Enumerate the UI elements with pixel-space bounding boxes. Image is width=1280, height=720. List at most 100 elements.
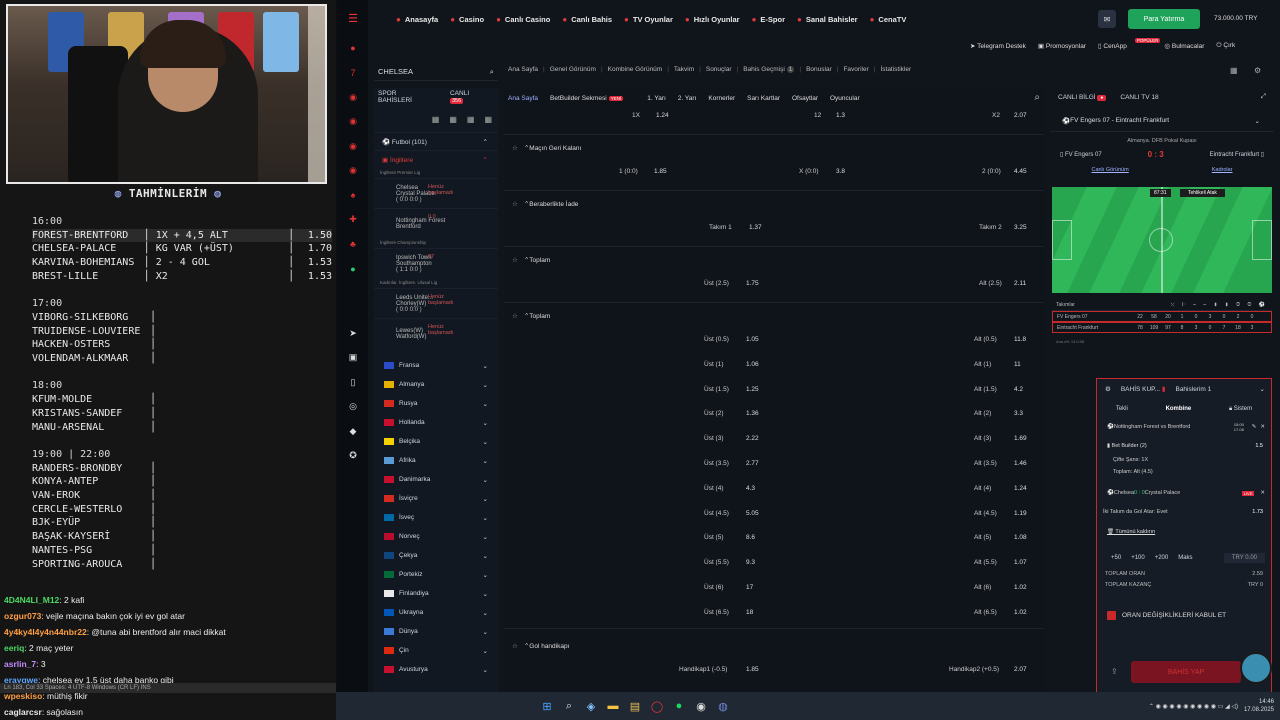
phone-icon[interactable]: ▯ (338, 370, 368, 395)
outcome-odd[interactable]: 17 (746, 584, 753, 591)
stake-input[interactable]: TRY 0.00 (1223, 553, 1265, 563)
outcome-odd[interactable]: 4.3 (746, 485, 755, 492)
outcome-odd[interactable]: 2.07 (1014, 666, 1027, 673)
country-item[interactable]: Fransa ⌄ (374, 356, 498, 375)
promotions-link[interactable]: ▣ Promosyonlar (1038, 42, 1086, 50)
expand-icon[interactable]: ⤢ (1261, 93, 1266, 101)
outcome-label[interactable]: Alt (6) (974, 584, 991, 591)
outcome-label[interactable]: Takım 2 (979, 224, 1002, 231)
outcome-label[interactable]: Üst (3.5) (704, 460, 729, 467)
quick-stake-button[interactable]: Maks (1178, 555, 1192, 561)
outcome-label[interactable]: Üst (0.5) (704, 336, 729, 343)
outcome-odd[interactable]: 1.69 (1014, 435, 1027, 442)
outcome-odd[interactable]: 2.11 (1014, 280, 1026, 287)
market-tab[interactable]: BetBuilder Sekmesi YENİ (550, 95, 635, 102)
lineups-link[interactable]: Kadrolar (1212, 167, 1233, 173)
outcome-label[interactable]: 1X (632, 112, 640, 119)
chip-icon[interactable]: ◉ (338, 110, 368, 135)
outcome-odd[interactable]: 1.46 (1014, 460, 1027, 467)
windows-start-icon[interactable]: ⊞ (536, 695, 558, 717)
notes-icon[interactable]: ▤ (624, 695, 646, 717)
logout-link[interactable]: ⏻ Çırk (1216, 42, 1235, 50)
breadcrumb-item[interactable]: İstatistikler (880, 66, 911, 73)
market-section-header[interactable]: ☆ ⌃ Toplam (512, 312, 550, 321)
outcome-odd[interactable]: 1.07 (1014, 559, 1027, 566)
match-item[interactable]: Leeds Unite... Chorley(W)( 0:0 0:0 ) Henüz… (374, 288, 498, 318)
outcome-odd[interactable]: 3.8 (836, 168, 845, 175)
star-icon[interactable]: ☆ (512, 200, 518, 208)
tray-icons[interactable]: ⌃ ◉ ◉ ◉ ◉ ◉ ◉ ◉ ◉ ◉ ▭ ◢ ◁) (1149, 703, 1238, 710)
outcome-odd[interactable]: 4.2 (1014, 386, 1023, 393)
headset-icon[interactable]: ◎ (338, 395, 368, 420)
market-section-header[interactable]: ☆ ⌃ Gol handikapı (512, 642, 569, 651)
market-tab[interactable]: Kornerler (708, 95, 735, 102)
country-item[interactable]: Çekya ⌄ (374, 546, 498, 565)
type-single[interactable]: Tekli (1116, 406, 1128, 412)
outcome-odd[interactable]: 1.25 (746, 386, 759, 393)
search-icon[interactable]: ⌕ (558, 695, 580, 717)
checkbox[interactable] (1107, 610, 1116, 620)
outcome-label[interactable]: 2 (0:0) (982, 168, 1001, 175)
star-icon[interactable]: ☆ (512, 144, 518, 152)
market-tab[interactable]: 2. Yarı (678, 95, 697, 102)
outcome-label[interactable]: Üst (2.5) (704, 280, 729, 287)
globe-icon[interactable]: ▦ (432, 115, 440, 124)
match-item[interactable]: Ipswich Town Southampton( 1:1 0:0 ) 87 (374, 248, 498, 278)
mail-icon[interactable]: ✉ (1098, 10, 1116, 28)
home-icon[interactable]: ● (338, 36, 368, 61)
outcome-label[interactable]: 12 (814, 112, 821, 119)
tab-sports[interactable]: SPOR BAHİSLERİ (378, 90, 432, 104)
market-tab[interactable]: Sarı Kartlar (747, 95, 780, 102)
outcome-odd[interactable]: 5.05 (746, 510, 759, 517)
country-item[interactable]: Çin ⌄ (374, 641, 498, 660)
place-bet-button[interactable]: BAHİS YAP (1131, 661, 1241, 683)
country-item[interactable]: Rusya ⌄ (374, 394, 498, 413)
outcome-odd[interactable]: 1.37 (749, 224, 762, 231)
breadcrumb-item[interactable]: Bahis Geçmişi (743, 66, 785, 73)
market-tab[interactable]: Oyuncular (830, 95, 860, 102)
dice-icon[interactable]: ♣ (338, 232, 368, 257)
outcome-label[interactable]: Üst (5.5) (704, 559, 729, 566)
country-item[interactable]: Danimarka ⌄ (374, 470, 498, 489)
outcome-label[interactable]: X2 (992, 112, 1000, 119)
outcome-odd[interactable]: 1.24 (1014, 485, 1027, 492)
country-item[interactable]: İsviçre ⌄ (374, 489, 498, 508)
outcome-label[interactable]: Alt (5.5) (974, 559, 997, 566)
outcome-label[interactable]: Alt (0.5) (974, 336, 997, 343)
rocket-icon[interactable]: ♠ (338, 183, 368, 208)
telegram-support-link[interactable]: ➤ Telegram Destek (970, 42, 1026, 50)
outcome-odd[interactable]: 1.05 (746, 336, 759, 343)
nav-item[interactable]: ● CenaTV (870, 15, 907, 24)
outcome-odd[interactable]: 1.3 (836, 112, 845, 119)
support-icon[interactable]: ✪ (338, 444, 368, 469)
outcome-label[interactable]: Üst (5) (704, 534, 724, 541)
nav-item[interactable]: ● Hızlı Oyunlar (685, 15, 740, 24)
type-combo[interactable]: Kombine (1166, 406, 1192, 412)
breadcrumb-item[interactable]: Genel Görünüm (550, 66, 596, 73)
menu-icon[interactable]: ☰ (338, 0, 368, 36)
spotify-icon[interactable]: ● (668, 695, 690, 717)
outcome-odd[interactable]: 9.3 (746, 559, 755, 566)
outcome-odd[interactable]: 3.25 (1014, 224, 1027, 231)
outcome-label[interactable]: Üst (1) (704, 361, 724, 368)
quick-stake-button[interactable]: +100 (1131, 555, 1145, 561)
outcome-odd[interactable]: 1.06 (746, 361, 759, 368)
ball-icon[interactable]: ◉ (338, 134, 368, 159)
obs-icon[interactable]: ◉ (690, 695, 712, 717)
country-item[interactable]: İsveç ⌄ (374, 508, 498, 527)
outcome-label[interactable]: Alt (4.5) (974, 510, 997, 517)
nav-item[interactable]: ● Sanal Bahisler (797, 15, 858, 24)
layout-icon[interactable]: ▦ (484, 115, 492, 124)
nav-item[interactable]: ● Canlı Casino (496, 15, 550, 24)
support-avatar[interactable] (1240, 652, 1272, 684)
outcome-odd[interactable]: 1.24 (656, 112, 669, 119)
breadcrumb-item[interactable]: Kombine Görünüm (608, 66, 663, 73)
outcome-odd[interactable]: 1.36 (746, 410, 759, 417)
country-item[interactable]: Avusturya ⌄ (374, 660, 498, 679)
outcome-label[interactable]: X (0:0) (799, 168, 819, 175)
outcome-label[interactable]: Alt (2.5) (979, 280, 1002, 287)
outcome-odd[interactable]: 2.22 (746, 435, 759, 442)
settings-icon[interactable]: ⚙ (1254, 66, 1261, 75)
store-icon[interactable]: ◈ (580, 695, 602, 717)
nav-item[interactable]: ● Casino (450, 15, 484, 24)
